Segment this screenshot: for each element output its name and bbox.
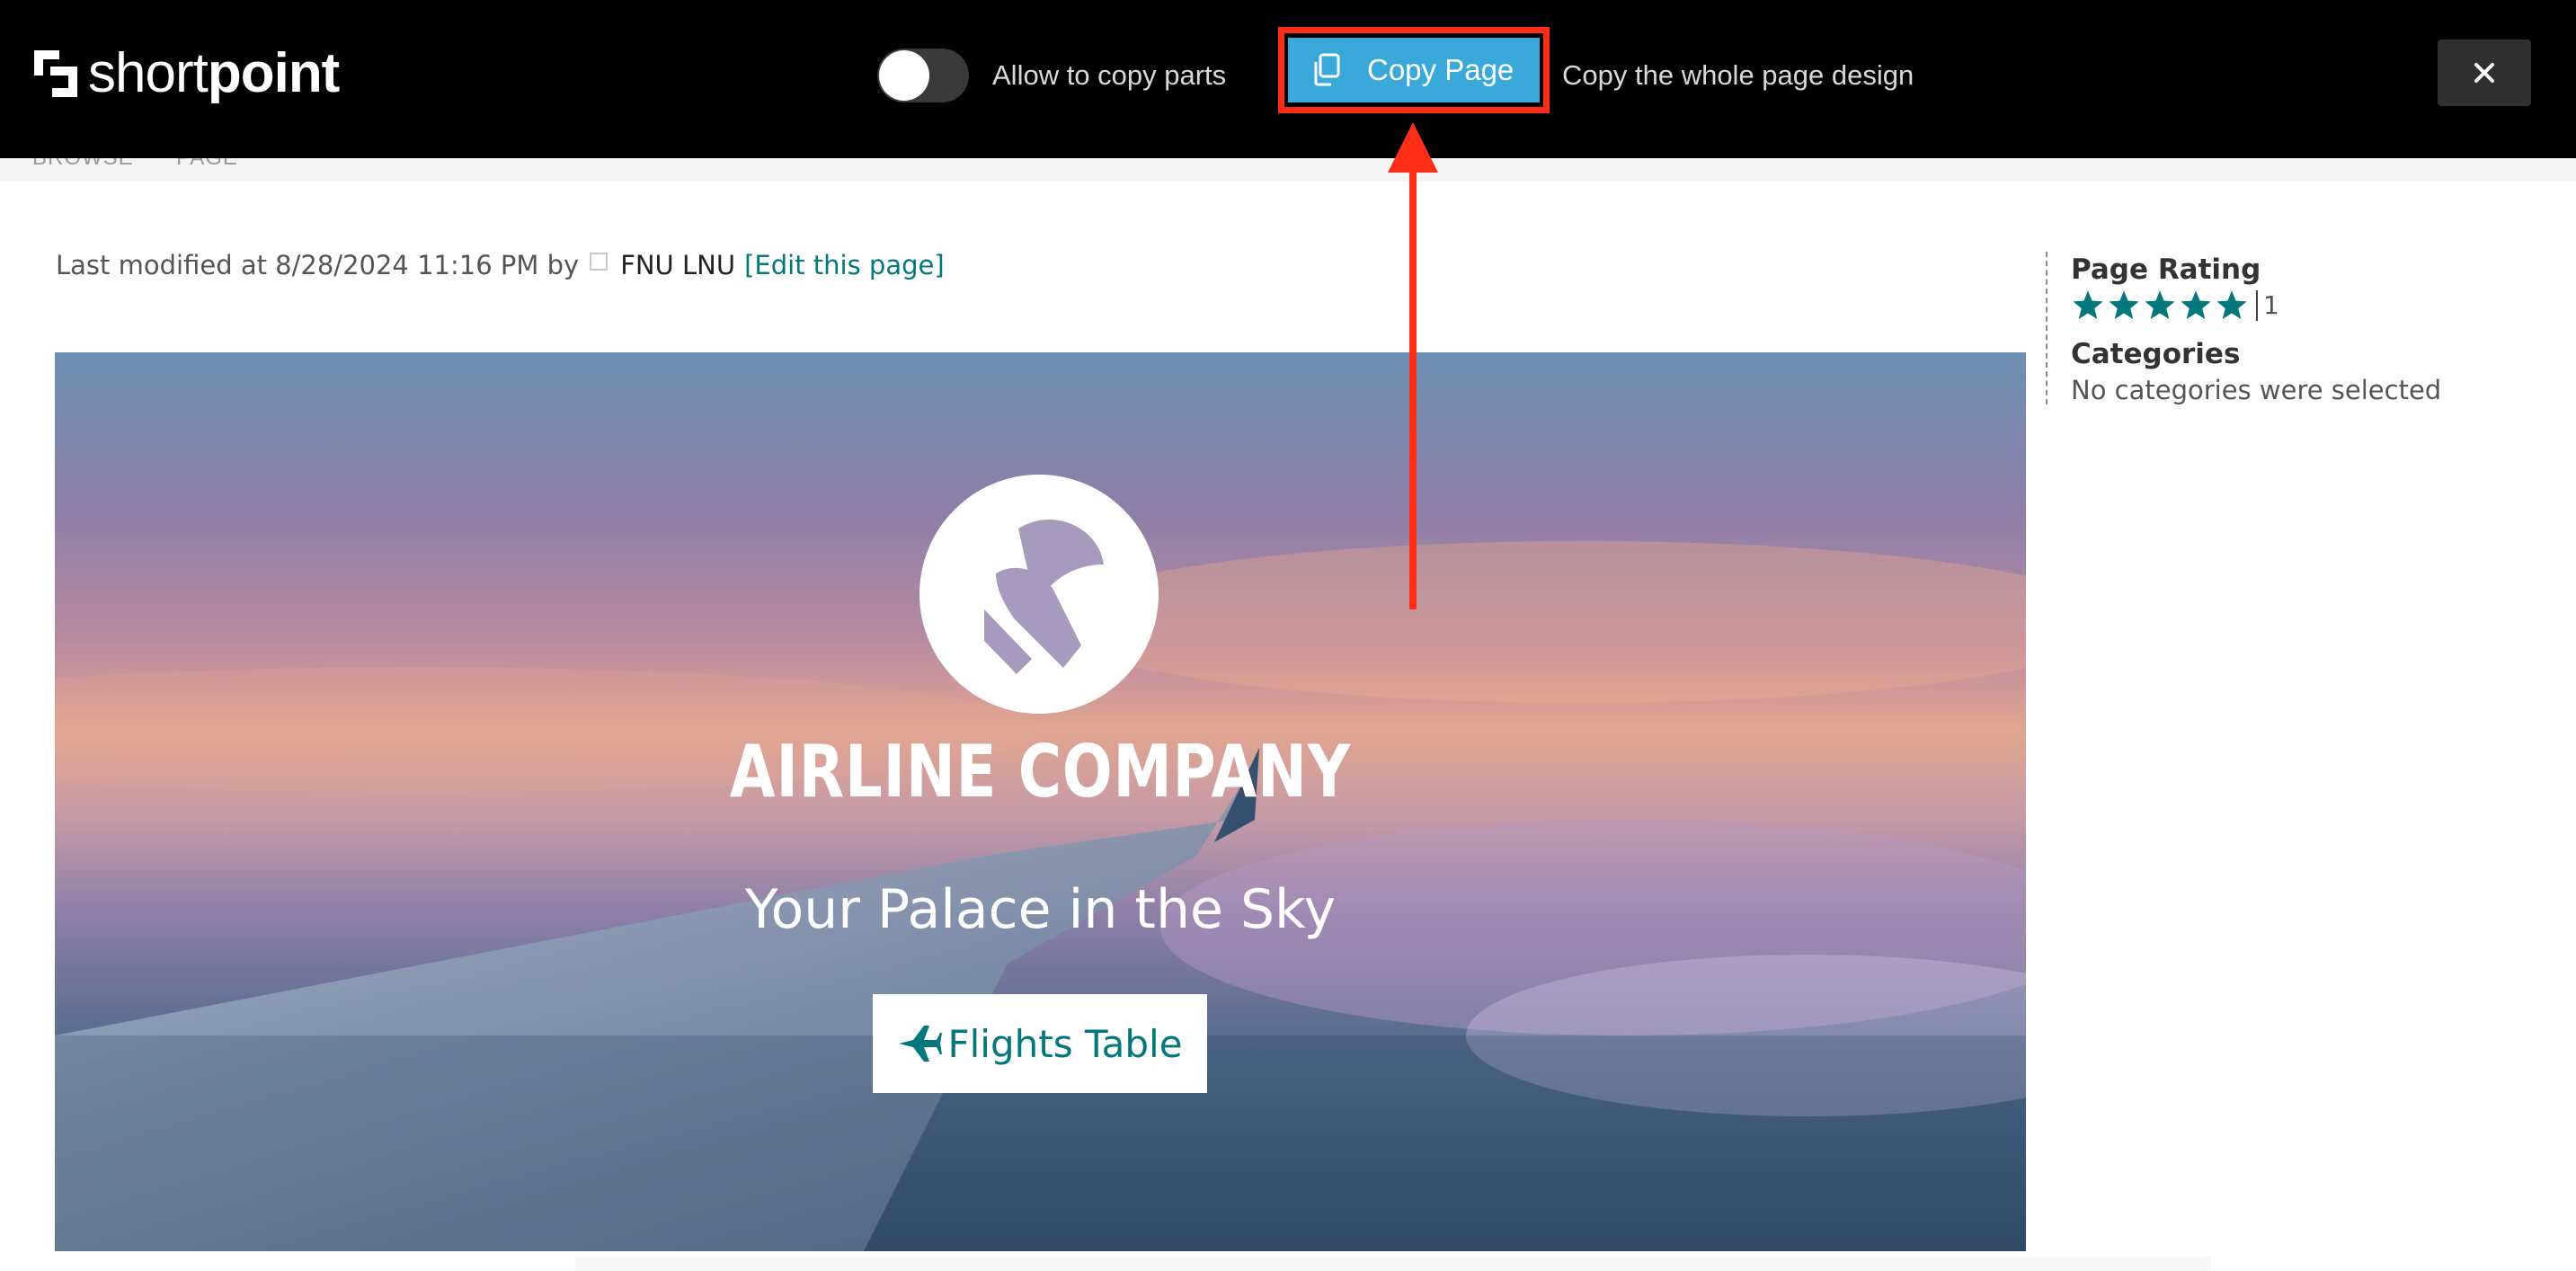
ribbon-tab-browse[interactable]: BROWSE [32, 158, 134, 171]
close-icon [2474, 63, 2494, 83]
plane-icon [899, 1026, 943, 1062]
copy-page-label: Copy Page [1367, 53, 1515, 86]
airline-logo-icon [919, 475, 1159, 714]
presence-indicator-icon [590, 253, 608, 271]
ribbon-tab-page[interactable]: PAGE [176, 158, 238, 171]
shortpoint-logo-icon [34, 50, 77, 97]
shortpoint-logo: shortpoint [32, 41, 340, 106]
shortpoint-logo-text: shortpoint [88, 42, 340, 104]
flights-table-button[interactable]: Flights Table [873, 994, 1207, 1093]
rating-stars [2071, 289, 2251, 323]
copy-page-description: Copy the whole page design [1562, 59, 1914, 91]
allow-copy-parts-label: Allow to copy parts [992, 59, 1227, 91]
last-modified-text: Last modified at 8/28/2024 11:16 PM by [56, 250, 580, 280]
star-icon[interactable] [2215, 289, 2249, 323]
copy-icon [1314, 53, 1340, 86]
page-info-sidebar: Page Rating 1 Categories No categories w… [2046, 252, 2549, 405]
hero-banner: AIRLINE COMPANY Your Palace in the Sky F… [55, 352, 2026, 1251]
content-footer-strip [575, 1257, 2211, 1271]
page-rating-heading: Page Rating [2071, 253, 2261, 286]
star-icon[interactable] [2071, 289, 2105, 323]
author-name[interactable]: FNU LNU [620, 250, 735, 280]
categories-heading: Categories [2071, 338, 2241, 370]
star-icon[interactable] [2179, 289, 2213, 323]
banner-tagline: Your Palace in the Sky [744, 878, 1337, 941]
sharepoint-ribbon: BROWSE PAGE [0, 158, 2576, 182]
toggle-knob [879, 50, 929, 101]
last-modified-info: Last modified at 8/28/2024 11:16 PM by F… [56, 250, 945, 280]
star-icon[interactable] [2143, 289, 2177, 323]
annotation-arrow [1388, 122, 1438, 609]
star-icon[interactable] [2107, 289, 2141, 323]
page-rating: 1 [2071, 288, 2549, 324]
categories-text: No categories were selected [2071, 375, 2442, 405]
copy-page-button[interactable]: Copy Page [1288, 38, 1540, 102]
rating-count: 1 [2256, 290, 2279, 321]
edit-page-link[interactable]: [Edit this page] [744, 250, 945, 280]
flights-table-label: Flights Table [947, 1021, 1183, 1066]
allow-copy-parts-toggle[interactable] [877, 49, 969, 102]
company-name: AIRLINE COMPANY [729, 730, 1352, 813]
shortpoint-toolbar: shortpoint Allow to copy parts Copy Page… [0, 0, 2576, 158]
close-button[interactable] [2438, 40, 2531, 106]
